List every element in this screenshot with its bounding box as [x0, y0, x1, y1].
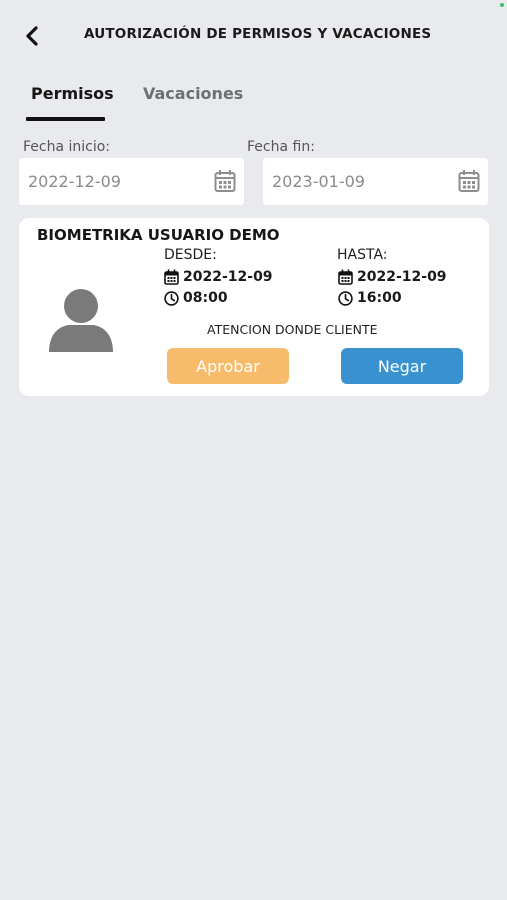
desde-time-value: 08:00 — [183, 290, 228, 306]
desde-date: 2022-12-09 — [164, 269, 273, 285]
employee-name: BIOMETRIKA USUARIO DEMO — [37, 226, 280, 244]
clock-icon — [164, 290, 179, 306]
hasta-time-value: 16:00 — [357, 290, 402, 306]
start-date-field[interactable]: 2022-12-09 — [19, 158, 244, 205]
calendar-icon — [164, 269, 179, 285]
calendar-icon[interactable] — [458, 169, 480, 193]
hasta-date: 2022-12-09 — [338, 269, 447, 285]
request-reason: ATENCION DONDE CLIENTE — [207, 322, 378, 337]
start-date-value: 2022-12-09 — [28, 172, 121, 191]
user-avatar-icon — [49, 289, 113, 352]
hasta-label: HASTA: — [337, 247, 388, 263]
tab-vacaciones[interactable]: Vacaciones — [143, 84, 243, 103]
approve-button[interactable]: Aprobar — [167, 348, 289, 384]
calendar-icon[interactable] — [214, 169, 236, 193]
hasta-time: 16:00 — [338, 290, 402, 306]
chevron-left-icon — [26, 26, 38, 46]
tab-permisos[interactable]: Permisos — [31, 84, 114, 103]
header: AUTORIZACIÓN DE PERMISOS Y VACACIONES — [0, 0, 507, 70]
end-date-label: Fecha fin: — [247, 139, 315, 155]
page-title: AUTORIZACIÓN DE PERMISOS Y VACACIONES — [84, 26, 432, 42]
end-date-field[interactable]: 2023-01-09 — [263, 158, 488, 205]
request-card: BIOMETRIKA USUARIO DEMO DESDE: HASTA: 20… — [19, 218, 489, 396]
calendar-icon — [338, 269, 353, 285]
deny-button[interactable]: Negar — [341, 348, 463, 384]
back-button[interactable] — [18, 22, 46, 50]
end-date-value: 2023-01-09 — [272, 172, 365, 191]
desde-date-value: 2022-12-09 — [183, 269, 273, 285]
desde-label: DESDE: — [164, 247, 217, 263]
tab-bar: Permisos Vacaciones — [0, 78, 507, 124]
desde-time: 08:00 — [164, 290, 228, 306]
clock-icon — [338, 290, 353, 306]
hasta-date-value: 2022-12-09 — [357, 269, 447, 285]
active-tab-indicator — [26, 117, 105, 121]
start-date-label: Fecha inicio: — [23, 139, 111, 155]
